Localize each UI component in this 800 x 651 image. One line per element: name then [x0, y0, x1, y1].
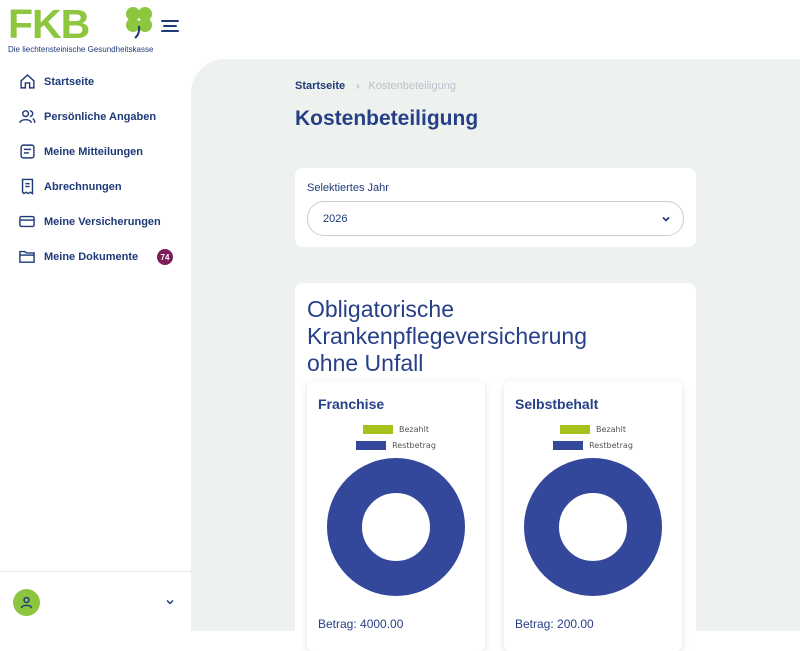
selbstbehalt-remaining-segment — [524, 458, 662, 596]
sidebar-item-label: Meine Versicherungen — [44, 215, 161, 228]
fkb-logo[interactable]: FKB Die liechtensteinische Gesundheitska… — [8, 4, 158, 56]
franchise-donut-chart — [327, 458, 465, 596]
sidebar-item-startseite[interactable]: Startseite — [0, 64, 191, 99]
legend-paid-label: Bezahlt — [596, 425, 626, 434]
user-panel — [0, 571, 191, 632]
selbstbehalt-title: Selbstbehalt — [515, 396, 599, 412]
card-icon — [18, 213, 36, 231]
chevron-down-icon — [662, 216, 670, 222]
insurance-title: Obligatorische Krankenpflegeversicherung… — [307, 296, 588, 376]
logo-text: FKB — [8, 1, 90, 47]
franchise-amount: Betrag: 4000.00 — [318, 617, 404, 631]
sidebar-item-meine-mitteilungen[interactable]: Meine Mitteilungen — [0, 134, 191, 169]
legend-paid-swatch — [363, 425, 394, 434]
menu-toggle-icon[interactable] — [161, 20, 179, 36]
avatar[interactable] — [13, 589, 40, 616]
legend-remaining: Restbetrag — [307, 441, 485, 450]
user-icon — [20, 596, 33, 609]
main-content: Startseite › Kostenbeteiligung Kostenbet… — [191, 59, 800, 651]
logo-tagline: Die liechtensteinische Gesundheitskasse — [8, 45, 154, 54]
year-select[interactable]: 2026 — [307, 201, 684, 236]
franchise-title: Franchise — [318, 396, 385, 412]
breadcrumb-current: Kostenbeteiligung — [368, 80, 456, 92]
selbstbehalt-amount: Betrag: 200.00 — [515, 617, 594, 631]
chevron-down-icon[interactable] — [164, 596, 176, 608]
sidebar-item-label: Meine Dokumente — [44, 250, 139, 263]
year-label: Selektiertes Jahr — [307, 182, 389, 194]
sidebar-item-label: Meine Mitteilungen — [44, 145, 143, 158]
sidebar-item-label: Persönliche Angaben — [44, 110, 157, 123]
legend-paid: Bezahlt — [504, 425, 682, 434]
legend-paid: Bezahlt — [307, 425, 485, 434]
selbstbehalt-donut-chart — [524, 458, 662, 596]
sidebar-item-abrechnungen[interactable]: Abrechnungen — [0, 169, 191, 204]
selbstbehalt-card: Selbstbehalt Bezahlt Restbetrag Betrag: … — [504, 381, 682, 651]
breadcrumb: Startseite › Kostenbeteiligung — [295, 80, 456, 92]
documents-count-badge: 74 — [157, 249, 173, 265]
sidebar-item-persoenliche-angaben[interactable]: Persönliche Angaben — [0, 99, 191, 134]
year-select-value: 2026 — [323, 212, 348, 225]
clover-icon — [126, 7, 152, 39]
legend-remaining: Restbetrag — [504, 441, 682, 450]
users-icon — [18, 108, 36, 126]
legend-remaining-swatch — [356, 441, 387, 450]
message-icon — [18, 143, 36, 161]
page-title: Kostenbeteiligung — [295, 107, 479, 130]
breadcrumb-separator: › — [356, 80, 360, 92]
legend-paid-label: Bezahlt — [399, 425, 429, 434]
year-card: Selektiertes Jahr 2026 — [295, 168, 696, 247]
legend-remaining-label: Restbetrag — [589, 441, 633, 450]
sidebar-item-meine-versicherungen[interactable]: Meine Versicherungen — [0, 204, 191, 239]
sidebar-nav: Startseite Persönliche Angaben Meine Mit… — [0, 64, 191, 274]
franchise-card: Franchise Bezahlt Restbetrag Betrag: 400… — [307, 381, 485, 651]
legend-remaining-swatch — [553, 441, 584, 450]
folder-icon — [18, 248, 36, 266]
sidebar-item-meine-dokumente[interactable]: Meine Dokumente 74 — [0, 239, 191, 274]
insurance-card: Obligatorische Krankenpflegeversicherung… — [295, 283, 696, 651]
breadcrumb-home-link[interactable]: Startseite — [295, 80, 345, 92]
franchise-remaining-segment — [327, 458, 465, 596]
sidebar-item-label: Startseite — [44, 75, 95, 88]
legend-remaining-label: Restbetrag — [392, 441, 436, 450]
receipt-icon — [18, 178, 36, 196]
sidebar-item-label: Abrechnungen — [44, 180, 122, 193]
legend-paid-swatch — [560, 425, 591, 434]
sidebar: FKB Die liechtensteinische Gesundheitska… — [0, 0, 191, 631]
home-icon — [18, 73, 36, 91]
